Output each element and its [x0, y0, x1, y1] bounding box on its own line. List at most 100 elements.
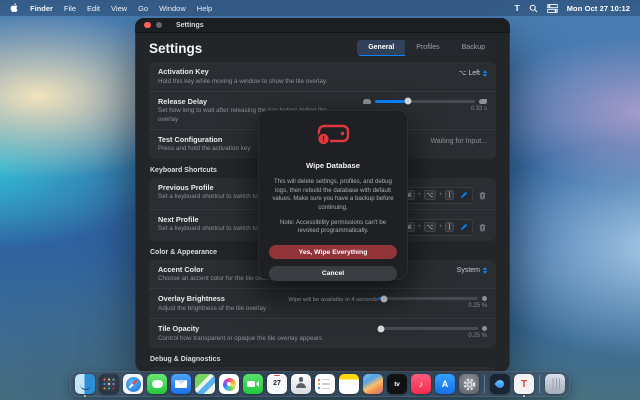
popup-value: System — [456, 266, 480, 274]
tv-label: tv — [394, 380, 400, 388]
slider-thumb[interactable] — [377, 325, 385, 333]
release-delay-value: 0.33 s — [470, 105, 487, 112]
dock-music-icon[interactable]: ♪ — [411, 374, 431, 394]
dock-calendar-icon[interactable]: 27 — [267, 374, 287, 394]
dock-notes-icon[interactable] — [339, 374, 359, 394]
row-title: Activation Key — [158, 67, 209, 76]
menubar-clock[interactable]: Mon Oct 27 10:12 — [567, 4, 630, 13]
popup-value: ⌥ Left — [458, 70, 480, 77]
section-header-debug-diagnostics: Debug & Diagnostics — [150, 356, 221, 364]
dialog-note-text: Note: Accessibility permissions can't be… — [279, 218, 387, 235]
confirm-wipe-button[interactable]: Yes, Wipe Everything — [269, 244, 397, 260]
previous-profile-shortcut[interactable]: ⌘ + ⌥ + [ — [398, 186, 473, 204]
spotlight-search-icon[interactable] — [529, 4, 538, 13]
menu-item-help[interactable]: Help — [197, 4, 212, 13]
row-subtitle: Adjust the brightness of the tile overla… — [158, 304, 267, 312]
row-activation-key: Activation Key Hold this key while movin… — [149, 62, 496, 91]
overlay-brightness-slider[interactable] — [378, 295, 478, 303]
dock-safari-icon[interactable] — [123, 374, 143, 394]
tab-backup[interactable]: Backup — [451, 40, 496, 56]
row-tile-opacity: Tile Opacity Control how transparent or … — [149, 318, 496, 348]
dock-finder-icon[interactable] — [75, 374, 95, 397]
dock-tiling-app-icon[interactable]: T — [514, 374, 534, 397]
dialog-body-text: This will delete settings, profiles, and… — [272, 178, 394, 211]
page-title: Settings — [149, 40, 203, 56]
svg-text:!: ! — [322, 134, 325, 144]
key-separator: + — [417, 224, 422, 231]
gear-icon — [463, 378, 475, 390]
dock-divider — [484, 375, 485, 393]
dock-messages-icon[interactable] — [147, 374, 167, 394]
dock-system-settings-icon[interactable] — [459, 374, 479, 394]
menu-item-window[interactable]: Window — [159, 4, 186, 13]
row-title: Tile Opacity — [158, 324, 200, 334]
chevron-up-down-icon — [483, 69, 487, 77]
dock-contacts-icon[interactable] — [291, 374, 311, 394]
delete-shortcut-trash-icon[interactable] — [478, 191, 487, 200]
appstore-label: A — [441, 379, 449, 389]
tab-bar: General Profiles Backup — [357, 40, 496, 56]
accent-color-popup[interactable]: System — [457, 265, 487, 274]
tiling-app-label: T — [520, 378, 528, 390]
dock-appstore-icon[interactable]: A — [435, 374, 455, 394]
desktop: Finder File Edit View Go Window Help T M… — [0, 0, 640, 400]
minimize-window-button[interactable] — [155, 21, 162, 29]
window-title: Settings — [176, 21, 204, 29]
slider-thumb[interactable] — [404, 97, 412, 105]
key-separator: + — [438, 192, 443, 199]
external-drive-warning-icon: ! — [315, 123, 351, 152]
dock-media-app-icon[interactable] — [363, 374, 383, 394]
row-subtitle: Choose an accent color for the tile over… — [158, 275, 276, 283]
dock-trash-icon[interactable] — [545, 374, 565, 394]
next-profile-shortcut[interactable]: ⌘ + ⌥ + ] — [398, 218, 473, 236]
dock-reminders-icon[interactable] — [315, 374, 335, 394]
tab-profiles[interactable]: Profiles — [405, 40, 450, 56]
calendar-day-number: 27 — [273, 379, 281, 387]
close-window-button[interactable] — [144, 21, 151, 29]
tile-opacity-slider[interactable] — [377, 325, 478, 333]
release-delay-slider[interactable] — [375, 97, 475, 105]
delete-shortcut-trash-icon[interactable] — [478, 223, 487, 232]
dock-launchpad-icon[interactable] — [99, 374, 119, 394]
key-option: ⌥ — [423, 222, 437, 233]
dock-facetime-icon[interactable] — [243, 374, 263, 394]
key-separator: + — [417, 192, 422, 199]
key-open-bracket: [ — [445, 190, 454, 201]
apple-menu-icon[interactable] — [10, 3, 19, 13]
brightness-icon — [482, 296, 487, 302]
tab-general[interactable]: General — [357, 40, 406, 56]
menu-item-view[interactable]: View — [111, 4, 127, 13]
control-center-icon[interactable] — [546, 3, 558, 13]
dock-photos-icon[interactable] — [219, 374, 239, 394]
row-title: Test Configuration — [158, 134, 223, 144]
window-titlebar[interactable]: Settings — [135, 18, 510, 33]
key-option: ⌥ — [423, 190, 437, 201]
dock-utility-app-icon[interactable] — [490, 374, 510, 394]
slider-thumb[interactable] — [380, 295, 388, 303]
dock-mail-icon[interactable] — [171, 374, 191, 394]
menu-item-edit[interactable]: Edit — [87, 4, 100, 13]
menu-item-finder[interactable]: Finder — [30, 4, 53, 13]
tiling-app-menubar-icon[interactable]: T — [515, 3, 520, 13]
edit-pencil-icon[interactable] — [460, 191, 468, 199]
edit-pencil-icon[interactable] — [460, 223, 468, 231]
row-title: Release Delay — [158, 96, 208, 106]
cancel-button[interactable]: Cancel — [269, 266, 397, 282]
dock-tv-icon[interactable]: tv — [387, 374, 407, 394]
opacity-icon — [482, 326, 487, 332]
menu-item-file[interactable]: File — [64, 4, 76, 13]
key-close-bracket: ] — [445, 222, 454, 233]
wipe-countdown-text: Wipe will be available in 4 seconds — [288, 297, 378, 304]
hare-icon — [479, 98, 487, 104]
tile-opacity-value: 0.25 % — [468, 333, 487, 340]
key-separator: + — [438, 224, 443, 231]
wipe-database-dialog: ! Wipe Database This will delete setting… — [258, 110, 408, 303]
test-configuration-status: Waiting for Input... — [430, 137, 487, 145]
row-subtitle: Control how transparent or opaque the ti… — [158, 334, 323, 342]
activation-key-popup[interactable]: ⌥ Left — [458, 67, 487, 77]
menu-item-go[interactable]: Go — [138, 4, 148, 13]
dock-maps-icon[interactable] — [195, 374, 215, 394]
dock-divider — [539, 375, 540, 393]
row-title: Overlay Brightness — [158, 294, 225, 304]
tortoise-icon — [363, 98, 371, 104]
